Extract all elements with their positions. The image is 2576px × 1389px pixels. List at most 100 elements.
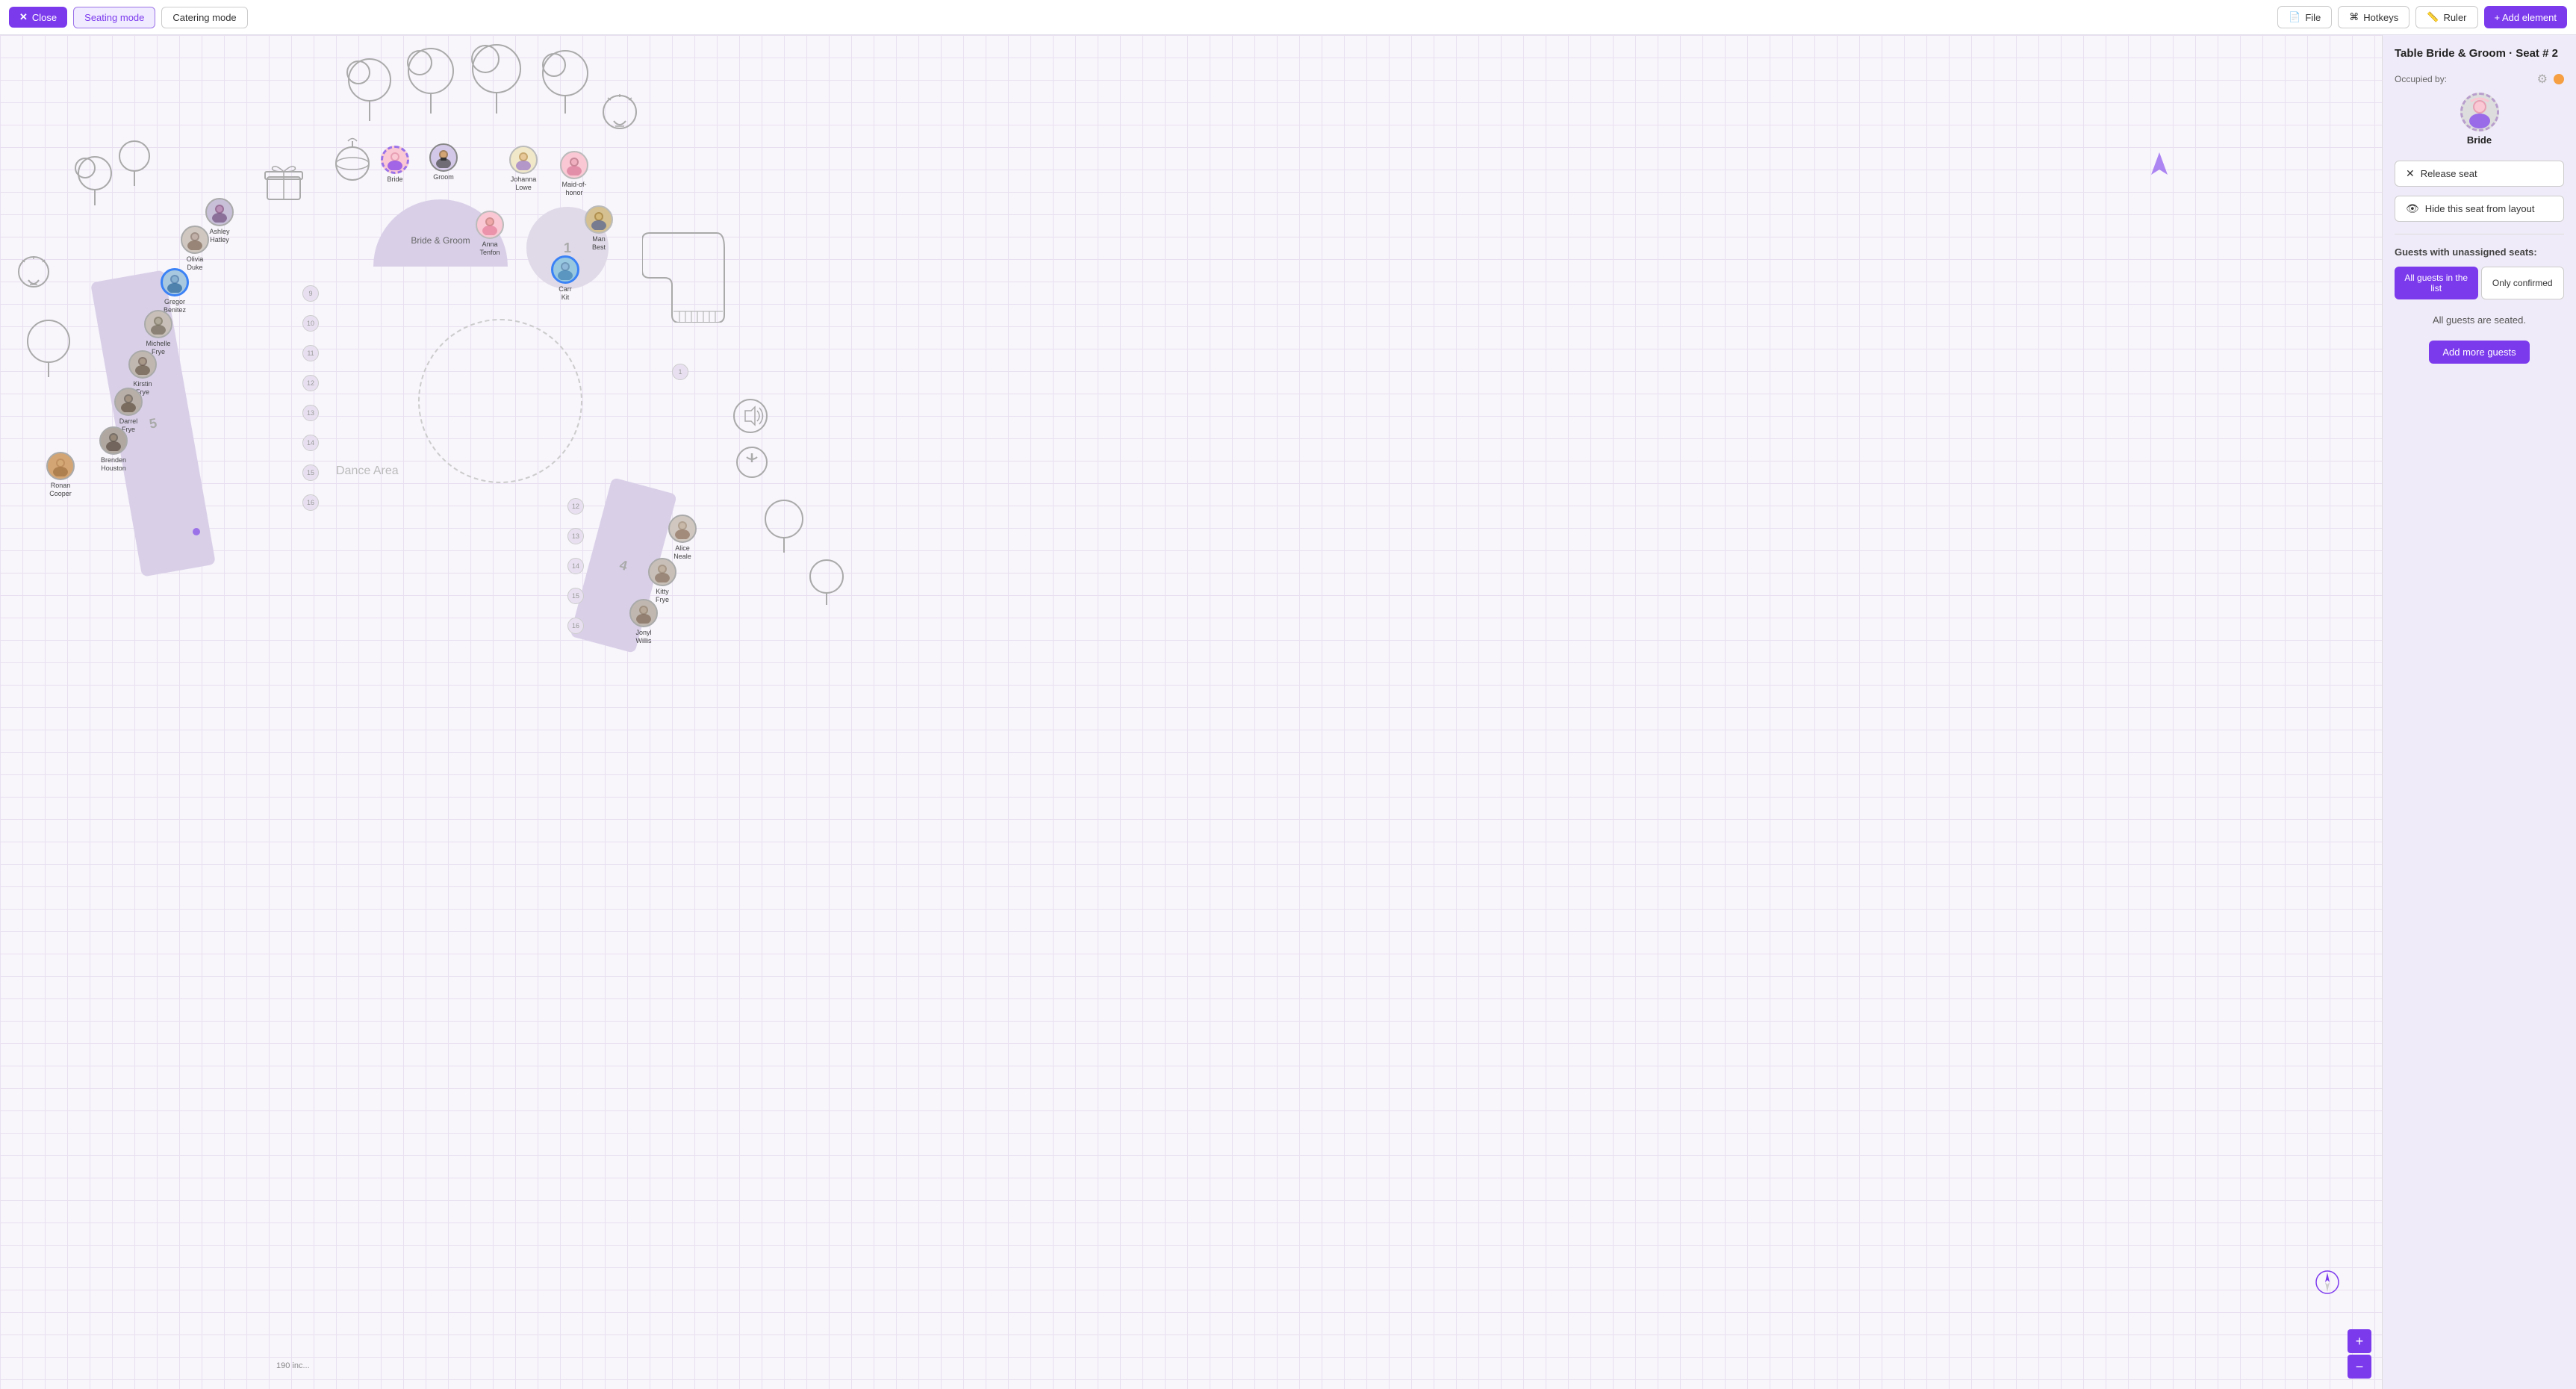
file-button[interactable]: 📄 File <box>2277 6 2332 28</box>
tree-top-2 <box>403 46 459 117</box>
maidofhonor-seat[interactable]: Maid-of-honor <box>560 151 588 197</box>
canvas-area[interactable]: Bride & Groom 1 5 4 9 10 11 12 13 14 15 … <box>0 35 2382 1389</box>
tree-br-2 <box>806 558 847 606</box>
ashley-seat[interactable]: AshleyHatley <box>205 198 234 244</box>
ruler-button[interactable]: 📏 Ruler <box>2415 6 2477 28</box>
rect-table-4-label: 4 <box>617 557 629 574</box>
unassigned-section-title: Guests with unassigned seats: <box>2395 246 2564 258</box>
guest-name: Bride <box>2467 134 2492 146</box>
seat-r13[interactable]: 13 <box>567 528 584 544</box>
main-area: Bride & Groom 1 5 4 9 10 11 12 13 14 15 … <box>0 35 2576 1389</box>
add-element-label: + Add element <box>2495 12 2557 23</box>
darrel-avatar <box>114 388 143 416</box>
filter-confirmed-button[interactable]: Only confirmed <box>2481 267 2565 299</box>
zoom-in-button[interactable]: + <box>2348 1329 2371 1353</box>
mini-compass-icon <box>2315 1270 2341 1299</box>
zoom-out-button[interactable]: − <box>2348 1355 2371 1379</box>
olivia-name: OliviaDuke <box>187 255 204 272</box>
anna-seat[interactable]: AnnaTenfon <box>476 211 504 257</box>
jonyl-seat[interactable]: JonylWillis <box>629 599 658 645</box>
occupied-row: Occupied by: ⚙ <box>2395 72 2564 87</box>
add-more-label: Add more guests <box>2442 347 2516 358</box>
jonyl-avatar <box>629 599 658 627</box>
catering-mode-button[interactable]: Catering mode <box>161 7 247 28</box>
gear-icon[interactable]: ⚙ <box>2537 72 2548 87</box>
add-more-guests-button[interactable]: Add more guests <box>2429 341 2529 364</box>
manbest-seat[interactable]: ManBest <box>585 205 613 252</box>
speaker-icon <box>732 397 769 435</box>
seat-r16[interactable]: 16 <box>567 618 584 634</box>
toolbar-right: 📄 File ⌘ Hotkeys 📏 Ruler + Add element <box>2277 6 2567 28</box>
tree-3 <box>22 319 75 379</box>
scale-label: 190 inc... <box>276 1361 310 1370</box>
seat-r15[interactable]: 15 <box>567 588 584 604</box>
close-button[interactable]: ✕ Close <box>9 7 67 28</box>
seat-11[interactable]: 11 <box>302 345 319 361</box>
michelle-seat[interactable]: MichelleFrye <box>144 310 172 356</box>
carrkit-seat[interactable]: CarrKit <box>551 255 579 302</box>
eye-icon: 👁 <box>2406 202 2419 215</box>
add-element-button[interactable]: + Add element <box>2484 6 2567 28</box>
seat-r14[interactable]: 14 <box>567 558 584 574</box>
anna-avatar <box>476 211 504 239</box>
hotkeys-label: Hotkeys <box>2363 12 2398 23</box>
dance-circle-1 <box>418 319 582 483</box>
occupied-section: Occupied by: ⚙ Bride <box>2395 72 2564 152</box>
alice-avatar <box>668 515 697 543</box>
jonyl-name: JonylWillis <box>635 629 651 645</box>
michelle-avatar <box>144 310 172 338</box>
seat-10[interactable]: 10 <box>302 315 319 332</box>
carrkit-avatar <box>551 255 579 284</box>
lightbulb-icon <box>13 252 55 296</box>
olivia-seat[interactable]: OliviaDuke <box>181 226 209 272</box>
cake-icon <box>329 132 377 184</box>
brenden-name: BrendenHouston <box>101 456 126 473</box>
seat-13[interactable]: 13 <box>302 405 319 421</box>
file-label: File <box>2305 12 2321 23</box>
tree-br-1 <box>762 498 806 554</box>
tree-top-1 <box>343 58 396 125</box>
seat-12[interactable]: 12 <box>302 375 319 391</box>
kirstin-avatar <box>128 350 157 379</box>
ronan-avatar <box>46 452 75 480</box>
alice-seat[interactable]: AliceNeale <box>668 515 697 561</box>
johanna-seat[interactable]: JohannaLowe <box>509 146 538 192</box>
toolbar: ✕ Close Seating mode Catering mode 📄 Fil… <box>0 0 2576 35</box>
bride-avatar <box>381 146 409 174</box>
seat-14[interactable]: 14 <box>302 435 319 451</box>
rect-table-5-label: 5 <box>148 415 158 432</box>
seat-r12[interactable]: 12 <box>567 498 584 515</box>
kitty-seat[interactable]: KittyFrye <box>648 558 676 604</box>
groom-seat[interactable]: Groom <box>429 143 458 181</box>
all-seated-message: All guests are seated. <box>2395 314 2564 326</box>
seat-r1[interactable]: 1 <box>672 364 688 380</box>
gregor-seat[interactable]: GregorBenitez <box>161 268 189 314</box>
filter-confirmed-label: Only confirmed <box>2492 278 2553 288</box>
hotkeys-icon: ⌘ <box>2349 11 2359 23</box>
anna-name: AnnaTenfon <box>479 240 500 257</box>
release-seat-button[interactable]: ✕ Release seat <box>2395 161 2564 187</box>
tree-2 <box>116 140 153 188</box>
johanna-name: JohannaLowe <box>511 175 537 192</box>
seating-mode-label: Seating mode <box>84 12 144 23</box>
hide-seat-button[interactable]: 👁 Hide this seat from layout <box>2395 196 2564 222</box>
seat-9[interactable]: 9 <box>302 285 319 302</box>
filter-all-button[interactable]: All guests in the list <box>2395 267 2478 299</box>
file-icon: 📄 <box>2289 11 2300 23</box>
seat-16[interactable]: 16 <box>302 494 319 511</box>
close-label: Close <box>32 12 57 23</box>
bride-seat[interactable]: Bride <box>381 146 409 184</box>
seating-mode-button[interactable]: Seating mode <box>73 7 155 28</box>
seat-15[interactable]: 15 <box>302 464 319 481</box>
johanna-avatar <box>509 146 538 174</box>
piano-icon <box>642 226 732 323</box>
groom-avatar <box>429 143 458 172</box>
brenden-avatar <box>99 426 128 455</box>
maidofhonor-avatar <box>560 151 588 179</box>
hotkeys-button[interactable]: ⌘ Hotkeys <box>2338 6 2409 28</box>
right-panel: Table Bride & Groom · Seat # 2 Occupied … <box>2382 35 2576 1389</box>
scale-bar: 190 inc... <box>276 1361 310 1370</box>
filter-all-label: All guests in the list <box>2404 273 2468 293</box>
brenden-seat[interactable]: BrendenHouston <box>99 426 128 473</box>
ronan-seat[interactable]: RonanCooper <box>46 452 75 498</box>
